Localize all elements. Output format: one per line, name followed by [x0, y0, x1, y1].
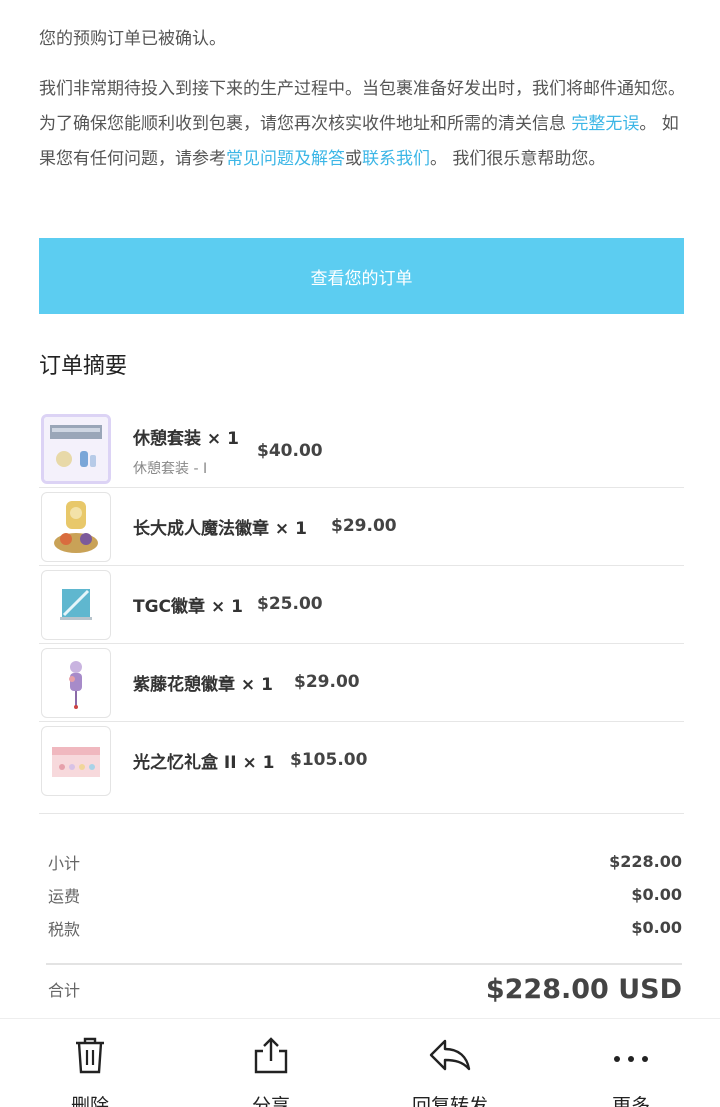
totals-block: 小计 $228.00 运费 $0.00 税款 $0.00 [48, 845, 682, 944]
product-thumbnail [41, 492, 111, 562]
complete-link[interactable]: 完整无误 [571, 114, 639, 134]
item-price: $29.00 [294, 672, 360, 692]
subtotal-row: 小计 $228.00 [48, 845, 682, 878]
contact-link[interactable]: 联系我们 [362, 149, 430, 169]
info-paragraph: 我们非常期待投入到接下来的生产过程中。当包裹准备好发出时，我们将邮件通知您。 为… [39, 72, 687, 177]
product-thumbnail [41, 414, 111, 484]
product-thumbnail [41, 648, 111, 718]
item-name: TGC徽章 × 1 [133, 597, 243, 617]
item-variant: 休憩套装 - I [133, 461, 208, 477]
item-price: $105.00 [290, 750, 368, 770]
item-price: $40.00 [257, 441, 323, 461]
subtotal-label: 小计 [48, 853, 81, 873]
item-name: 紫藤花憩徽章 × 1 [133, 675, 273, 695]
tax-label: 税款 [48, 919, 81, 939]
share-button[interactable]: 分享 [211, 1019, 331, 1107]
more-button[interactable]: 更多 [571, 1019, 691, 1107]
delete-button[interactable]: 删除 [30, 1019, 150, 1107]
shipping-label: 运费 [48, 886, 81, 906]
item-price: $25.00 [257, 594, 323, 614]
share-icon [254, 1037, 288, 1074]
faq-link[interactable]: 常见问题及解答 [226, 149, 345, 169]
product-thumbnail [41, 726, 111, 796]
item-name: 长大成人魔法徽章 × 1 [133, 519, 307, 539]
item-name: 光之忆礼盒 II × 1 [133, 753, 275, 773]
divider [46, 963, 682, 965]
bottom-toolbar: 删除 分享 回复转发 更多 [0, 1018, 720, 1107]
share-label: 分享 [251, 1095, 290, 1107]
tax-row: 税款 $0.00 [48, 911, 682, 944]
delete-label: 删除 [70, 1095, 109, 1107]
order-items-list: 休憩套装 × 1 休憩套装 - I $40.00 长大成人魔法徽章 × 1 $2… [39, 410, 684, 799]
shipping-row: 运费 $0.00 [48, 878, 682, 911]
reply-forward-button[interactable]: 回复转发 [390, 1019, 510, 1107]
product-thumbnail [41, 570, 111, 640]
total-value: $228.00 USD [485, 973, 682, 1005]
total-label: 合计 [48, 981, 81, 1000]
item-name: 休憩套装 × 1 [133, 429, 239, 449]
para-text-4: 。 我们很乐意帮助您。 [430, 149, 606, 169]
order-item[interactable]: 紫藤花憩徽章 × 1 $29.00 [39, 644, 684, 722]
order-item[interactable]: 休憩套装 × 1 休憩套装 - I $40.00 [39, 410, 684, 488]
reply-forward-label: 回复转发 [411, 1095, 488, 1107]
total-row: 合计 $228.00 USD [48, 966, 682, 1012]
divider [39, 813, 684, 814]
order-item[interactable]: 光之忆礼盒 II × 1 $105.00 [39, 722, 684, 799]
para-text-3: 或 [345, 149, 362, 169]
order-summary-title: 订单摘要 [39, 354, 128, 379]
more-label: 更多 [611, 1095, 650, 1107]
reply-icon [429, 1039, 471, 1071]
order-item[interactable]: TGC徽章 × 1 $25.00 [39, 566, 684, 644]
shipping-value: $0.00 [631, 885, 682, 904]
trash-icon [76, 1037, 104, 1074]
view-order-button[interactable]: 查看您的订单 [39, 238, 684, 314]
subtotal-value: $228.00 [609, 852, 682, 871]
item-price: $29.00 [331, 516, 397, 536]
more-icon [614, 1056, 648, 1062]
tax-value: $0.00 [631, 918, 682, 937]
confirmation-text: 您的预购订单已被确认。 [39, 29, 226, 49]
order-item[interactable]: 长大成人魔法徽章 × 1 $29.00 [39, 488, 684, 566]
